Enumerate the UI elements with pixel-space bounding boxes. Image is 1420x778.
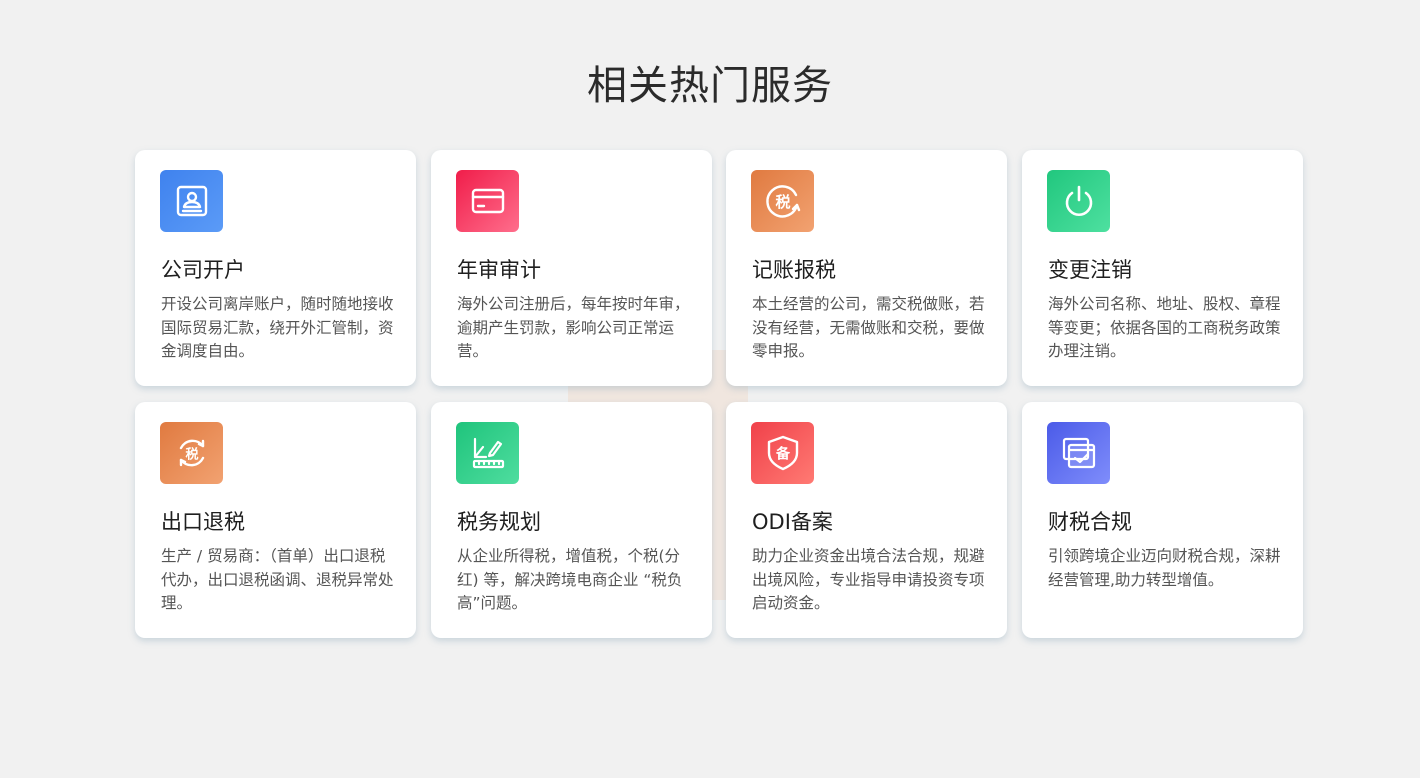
section-title: 相关热门服务 <box>587 63 833 109</box>
service-card-bookkeeping[interactable]: 税 记账报税 本土经营的公司，需交税做账，若没有经营，无需做账和交税，要做零申报… <box>726 150 1007 386</box>
card-description: 本土经营的公司，需交税做账，若没有经营，无需做账和交税，要做零申报。 <box>752 295 985 360</box>
card-title: 年审审计 <box>457 258 541 282</box>
service-card-tax-planning[interactable]: 税务规划 从企业所得税，增值税，个税(分红) 等，解决跨境电商企业 “税负高”问… <box>431 402 712 638</box>
card-description: 海外公司注册后，每年按时年审，逾期产生罚款，影响公司正常运营。 <box>457 295 690 360</box>
power-icon <box>1047 170 1110 232</box>
card-title: ODI备案 <box>752 510 833 534</box>
card-description: 助力企业资金出境合法合规，规避出境风险，专业指导申请投资专项启动资金。 <box>752 547 985 612</box>
card-description: 生产 / 贸易商：（首单）出口退税代办，出口退税函调、退税异常处理。 <box>161 547 394 612</box>
card-title: 公司开户 <box>161 258 245 282</box>
card-description: 海外公司名称、地址、股权、章程等变更；依据各国的工商税务政策办理注销。 <box>1048 295 1281 360</box>
contact-card-icon <box>160 170 223 232</box>
service-card-annual-audit[interactable]: 年审审计 海外公司注册后，每年按时年审，逾期产生罚款，影响公司正常运营。 <box>431 150 712 386</box>
checklist-icon <box>1047 422 1110 484</box>
card-title: 财税合规 <box>1048 510 1132 534</box>
service-card-export-tax-refund[interactable]: 税 出口退税 生产 / 贸易商：（首单）出口退税代办，出口退税函调、退税异常处理… <box>135 402 416 638</box>
filing-glyph: 备 <box>775 446 791 463</box>
credit-card-icon <box>456 170 519 232</box>
service-card-change-cancel[interactable]: 变更注销 海外公司名称、地址、股权、章程等变更；依据各国的工商税务政策办理注销。 <box>1022 150 1303 386</box>
tax-glyph: 税 <box>185 447 198 463</box>
card-title: 税务规划 <box>457 510 541 534</box>
service-card-finance-compliance[interactable]: 财税合规 引领跨境企业迈向财税合规，深耕经营管理,助力转型增值。 <box>1022 402 1303 638</box>
card-description: 引领跨境企业迈向财税合规，深耕经营管理,助力转型增值。 <box>1048 547 1281 589</box>
tax-glyph: 税 <box>775 193 790 211</box>
tax-refund-icon: 税 <box>160 422 223 484</box>
card-title: 出口退税 <box>161 510 245 534</box>
service-card-company-account[interactable]: 公司开户 开设公司离岸账户，随时随地接收国际贸易汇款，绕开外汇管制，资金调度自由… <box>135 150 416 386</box>
card-description: 从企业所得税，增值税，个税(分红) 等，解决跨境电商企业 “税负高”问题。 <box>457 547 683 612</box>
card-title: 记账报税 <box>752 258 836 282</box>
card-title: 变更注销 <box>1048 258 1132 282</box>
tax-icon: 税 <box>751 170 814 232</box>
shield-filing-icon: 备 <box>751 422 814 484</box>
card-description: 开设公司离岸账户，随时随地接收国际贸易汇款，绕开外汇管制，资金调度自由。 <box>161 295 394 360</box>
service-card-odi-filing[interactable]: 备 ODI备案 助力企业资金出境合法合规，规避出境风险，专业指导申请投资专项启动… <box>726 402 1007 638</box>
planning-ruler-icon <box>456 422 519 484</box>
